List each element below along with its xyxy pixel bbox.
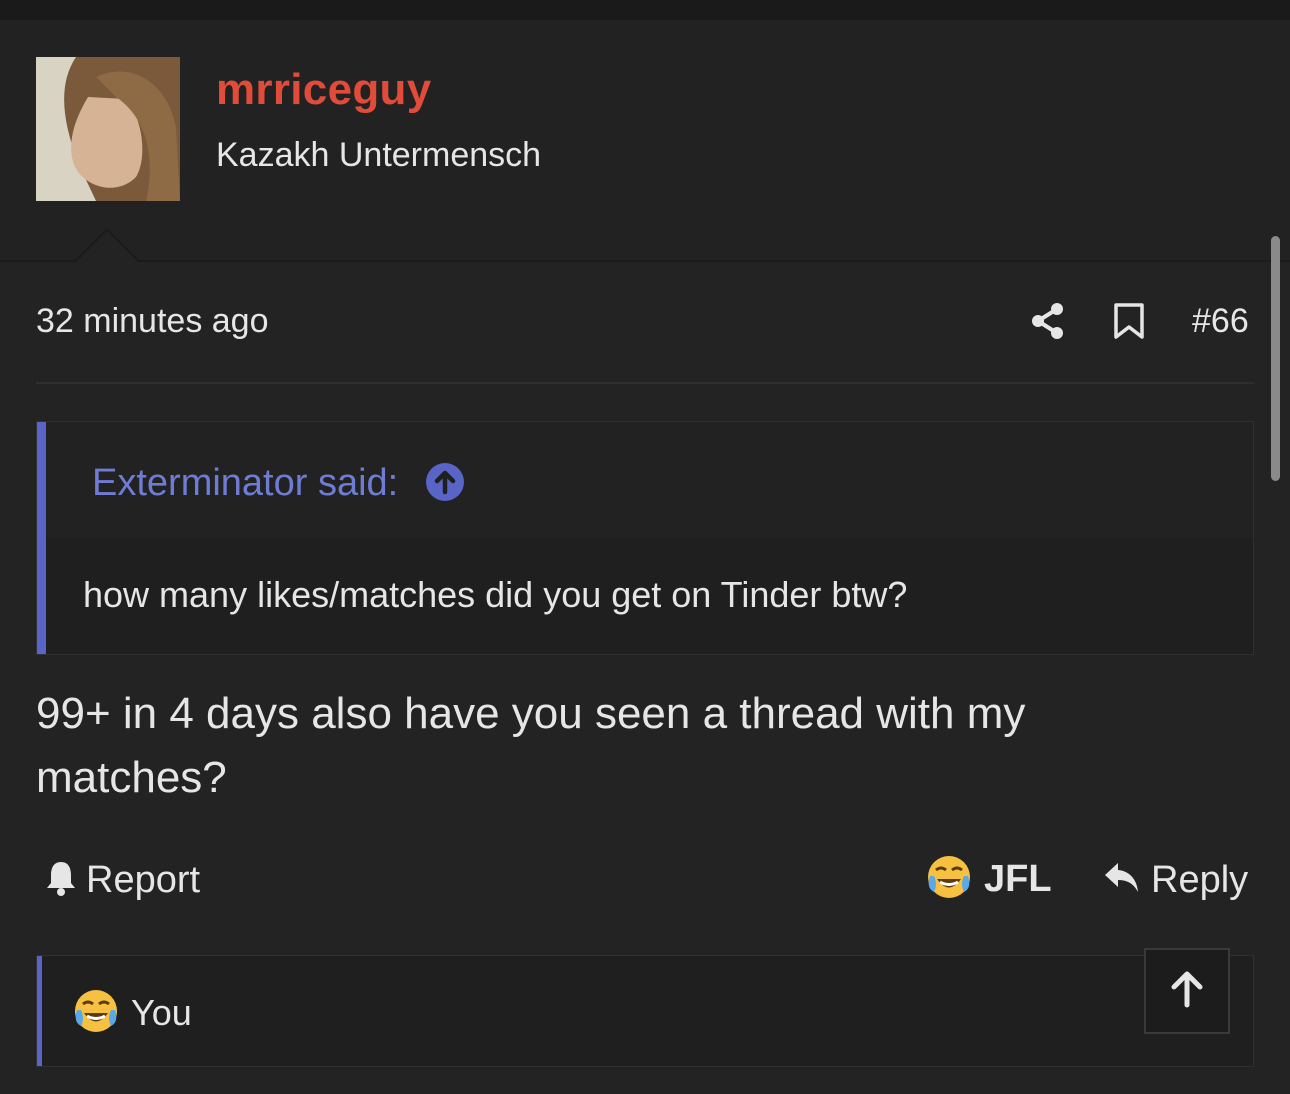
reply-label: Reply [1151,858,1249,901]
avatar[interactable] [36,57,180,201]
report-button[interactable]: Report [44,858,200,902]
username[interactable]: mrriceguy [216,65,431,115]
meta-divider [36,382,1254,384]
post-timestamp[interactable]: 32 minutes ago [36,302,269,341]
header-pointer-fill [76,231,138,262]
reply-button[interactable]: Reply [1103,858,1248,902]
quote-block: Exterminator said: how many likes/matche… [36,421,1254,655]
header-divider [0,260,1290,262]
quote-text: how many likes/matches did you get on Ti… [83,574,908,615]
user-title: Kazakh Untermensch [216,136,542,174]
back-to-top-button[interactable] [1144,948,1230,1034]
reactions-accent-bar [37,956,42,1066]
scrollbar[interactable] [1271,236,1280,481]
top-bar [0,0,1290,21]
quote-header: Exterminator said: [46,422,1253,538]
laughing-crying-emoji-icon [926,854,972,905]
reaction-users[interactable]: You [131,992,192,1034]
bookmark-icon[interactable] [1112,302,1146,340]
bell-icon [44,859,78,902]
post-user-header: mrriceguy Kazakh Untermensch [0,20,1290,260]
laughing-crying-emoji-icon [73,988,119,1039]
post-number-link[interactable]: #66 [1192,302,1249,341]
arrow-up-circle-icon[interactable] [426,463,464,501]
arrow-up-icon [1167,969,1207,1014]
reactions-bar[interactable]: You [36,955,1254,1067]
report-label: Report [86,858,201,901]
jfl-label: JFL [984,857,1052,900]
share-icon[interactable] [1030,302,1066,340]
reply-icon [1103,860,1141,901]
jfl-reaction-button[interactable]: JFL [926,855,1052,903]
quote-author[interactable]: Exterminator said: [92,462,398,505]
post-body-text: 99+ in 4 days also have you seen a threa… [36,689,1026,802]
quote-accent-bar [37,422,46,654]
